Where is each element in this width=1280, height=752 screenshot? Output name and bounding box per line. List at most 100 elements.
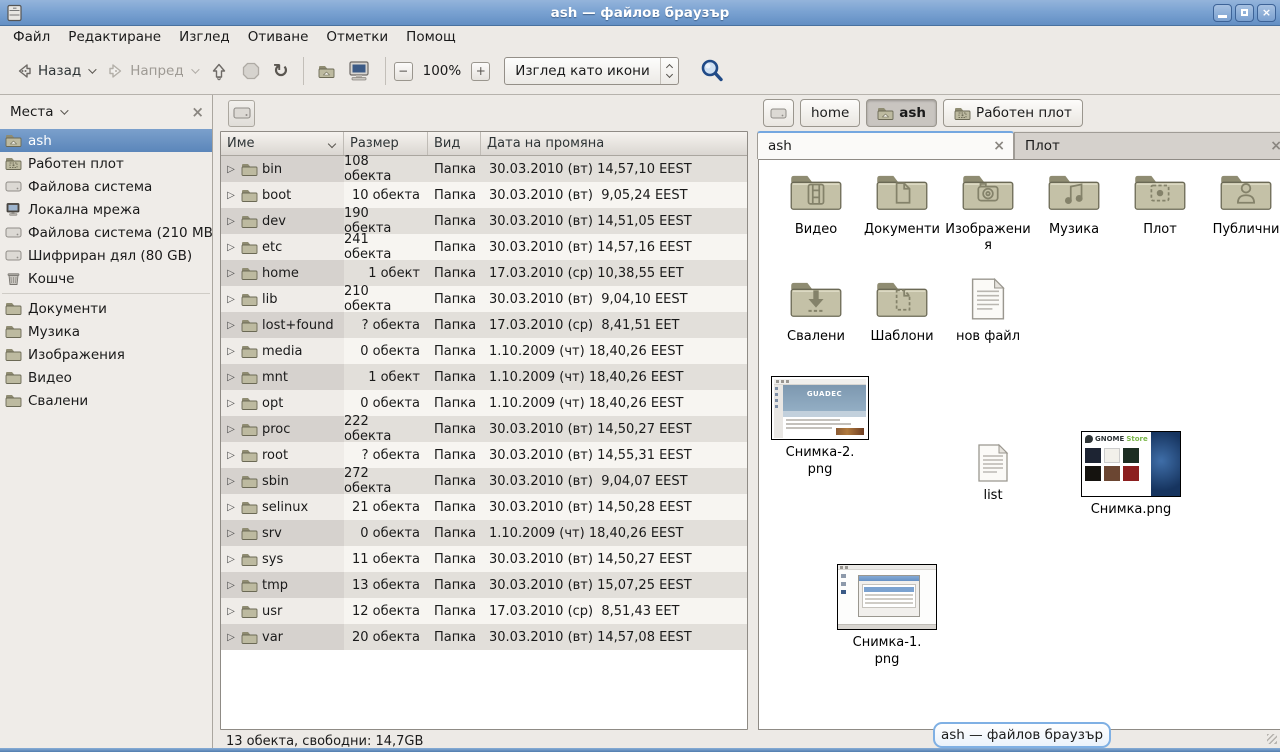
back-button[interactable]: Назад xyxy=(8,57,100,85)
tab-ash[interactable]: ash × xyxy=(757,131,1014,159)
expander-icon[interactable]: ▷ xyxy=(225,450,237,461)
sidebar-splitter[interactable] xyxy=(213,95,220,752)
sidebar-title[interactable]: Места xyxy=(10,104,54,120)
menu-item[interactable]: Редактиране xyxy=(59,27,170,47)
menu-item[interactable]: Изглед xyxy=(170,27,239,47)
resize-grip[interactable] xyxy=(1267,734,1277,744)
search-button[interactable] xyxy=(693,54,731,88)
table-row[interactable]: ▷proc222 обектаПапка30.03.2010 (вт) 14,5… xyxy=(221,416,747,442)
expander-icon[interactable]: ▷ xyxy=(225,528,237,539)
table-row[interactable]: ▷root? обектаПапка30.03.2010 (вт) 14,55,… xyxy=(221,442,747,468)
table-row[interactable]: ▷selinux21 обектаПапка30.03.2010 (вт) 14… xyxy=(221,494,747,520)
sidebar-close-icon[interactable]: × xyxy=(191,103,204,121)
column-header-date[interactable]: Дата на промяна xyxy=(481,132,747,155)
sidebar-item[interactable]: Файлова система (210 MB) xyxy=(0,221,212,244)
column-header-size[interactable]: Размер xyxy=(344,132,428,155)
sidebar-item[interactable]: Музика xyxy=(0,320,212,343)
menu-item[interactable]: Отиване xyxy=(239,27,318,47)
table-row[interactable]: ▷sbin272 обектаПапка30.03.2010 (вт) 9,04… xyxy=(221,468,747,494)
tab-close-icon[interactable]: × xyxy=(993,138,1005,154)
home-button[interactable] xyxy=(312,58,341,85)
icon-view-item[interactable]: Видео xyxy=(773,170,859,255)
icon-view-item[interactable]: Музика xyxy=(1031,170,1117,255)
file-list[interactable]: list xyxy=(971,443,1015,505)
icon-view-item[interactable]: Плот xyxy=(1117,170,1203,255)
expander-icon[interactable]: ▷ xyxy=(225,554,237,565)
expander-icon[interactable]: ▷ xyxy=(225,164,237,175)
icon-view-item[interactable]: нов файл xyxy=(945,277,1031,345)
up-button[interactable] xyxy=(203,57,235,85)
back-history-dropdown-icon[interactable] xyxy=(88,65,96,73)
column-header-type[interactable]: Вид xyxy=(428,132,481,155)
icon-view-item[interactable]: Документи xyxy=(859,170,945,255)
sidebar-selector-icon[interactable] xyxy=(60,106,68,114)
stop-button[interactable] xyxy=(235,57,267,85)
expander-icon[interactable]: ▷ xyxy=(225,216,237,227)
menu-item[interactable]: Файл xyxy=(4,27,59,47)
sidebar-item[interactable]: Шифриран дял (80 GB) xyxy=(0,244,212,267)
table-row[interactable]: ▷home1 обектПапка17.03.2010 (ср) 10,38,5… xyxy=(221,260,747,286)
path-button[interactable] xyxy=(763,99,794,127)
sidebar-item[interactable]: Работен плот xyxy=(0,152,212,175)
table-row[interactable]: ▷opt0 обектаПапка1.10.2009 (чт) 18,40,26… xyxy=(221,390,747,416)
sidebar-item[interactable]: ash xyxy=(0,129,212,152)
expander-icon[interactable]: ▷ xyxy=(225,580,237,591)
expander-icon[interactable]: ▷ xyxy=(225,242,237,253)
expander-icon[interactable]: ▷ xyxy=(225,632,237,643)
sidebar-item[interactable]: Локална мрежа xyxy=(0,198,212,221)
expander-icon[interactable]: ▷ xyxy=(225,294,237,305)
table-row[interactable]: ▷usr12 обектаПапка17.03.2010 (ср) 8,51,4… xyxy=(221,598,747,624)
forward-button[interactable]: Напред xyxy=(100,57,202,85)
table-row[interactable]: ▷etc241 обектаПапка30.03.2010 (вт) 14,57… xyxy=(221,234,747,260)
table-row[interactable]: ▷lost+found? обектаПапка17.03.2010 (ср) … xyxy=(221,312,747,338)
sidebar-item[interactable]: Изображения xyxy=(0,343,212,366)
zoom-out-button[interactable]: − xyxy=(394,62,413,81)
expander-icon[interactable]: ▷ xyxy=(225,320,237,331)
file-snimka-1[interactable]: Снимка-1.png xyxy=(837,564,937,669)
table-row[interactable]: ▷mnt1 обектПапка1.10.2009 (чт) 18,40,26 … xyxy=(221,364,747,390)
maximize-button[interactable] xyxy=(1235,4,1254,22)
icon-view-item[interactable]: Изображения xyxy=(945,170,1031,255)
file-snimka[interactable]: GNOMEStore Снимка.png xyxy=(1081,431,1181,519)
taskbar-window-button[interactable]: ash — файлов браузър xyxy=(933,722,1111,748)
icon-view-item[interactable]: Шаблони xyxy=(859,277,945,345)
titlebar[interactable]: ash — файлов браузър × xyxy=(0,0,1280,26)
column-header-name[interactable]: Име xyxy=(221,132,344,155)
tab-plot[interactable]: Плот × xyxy=(1014,132,1280,159)
view-mode-select[interactable]: Изглед като икони xyxy=(504,57,679,85)
table-row[interactable]: ▷tmp13 обектаПапка30.03.2010 (вт) 15,07,… xyxy=(221,572,747,598)
table-row[interactable]: ▷dev190 обектаПапка30.03.2010 (вт) 14,51… xyxy=(221,208,747,234)
table-row[interactable]: ▷bin108 обектаПапка30.03.2010 (вт) 14,57… xyxy=(221,156,747,182)
sidebar-item[interactable]: Свалени xyxy=(0,389,212,412)
root-path-button[interactable] xyxy=(228,100,255,127)
expander-icon[interactable]: ▷ xyxy=(225,502,237,513)
path-button[interactable]: home xyxy=(800,99,860,127)
expander-icon[interactable]: ▷ xyxy=(225,476,237,487)
table-row[interactable]: ▷lib210 обектаПапка30.03.2010 (вт) 9,04,… xyxy=(221,286,747,312)
file-snimka-2[interactable]: GUADEC Снимка-2.png xyxy=(770,376,870,479)
table-row[interactable]: ▷media0 обектаПапка1.10.2009 (чт) 18,40,… xyxy=(221,338,747,364)
sidebar-item[interactable]: Видео xyxy=(0,366,212,389)
icon-view-item[interactable]: Свалени xyxy=(773,277,859,345)
expander-icon[interactable]: ▷ xyxy=(225,606,237,617)
table-row[interactable]: ▷var20 обектаПапка30.03.2010 (вт) 14,57,… xyxy=(221,624,747,650)
table-row[interactable]: ▷boot10 обектаПапка30.03.2010 (вт) 9,05,… xyxy=(221,182,747,208)
path-button[interactable]: Работен плот xyxy=(943,99,1083,127)
sidebar-item[interactable]: Файлова система xyxy=(0,175,212,198)
menu-item[interactable]: Отметки xyxy=(317,27,397,47)
icon-view-item[interactable]: Публични xyxy=(1203,170,1280,255)
expander-icon[interactable]: ▷ xyxy=(225,190,237,201)
table-row[interactable]: ▷srv0 обектаПапка1.10.2009 (чт) 18,40,26… xyxy=(221,520,747,546)
menu-item[interactable]: Помощ xyxy=(397,27,465,47)
table-row[interactable]: ▷sys11 обектаПапка30.03.2010 (вт) 14,50,… xyxy=(221,546,747,572)
sidebar-item[interactable]: Кошче xyxy=(0,267,212,290)
pane-splitter[interactable] xyxy=(750,95,757,752)
path-button[interactable]: ash xyxy=(866,99,937,127)
close-button[interactable]: × xyxy=(1257,4,1276,22)
expander-icon[interactable]: ▷ xyxy=(225,268,237,279)
expander-icon[interactable]: ▷ xyxy=(225,372,237,383)
tab-close-icon[interactable]: × xyxy=(1270,138,1280,154)
expander-icon[interactable]: ▷ xyxy=(225,346,237,357)
expander-icon[interactable]: ▷ xyxy=(225,398,237,409)
icon-view[interactable]: ВидеоДокументиИзображенияМузикаПлотПубли… xyxy=(758,159,1280,730)
